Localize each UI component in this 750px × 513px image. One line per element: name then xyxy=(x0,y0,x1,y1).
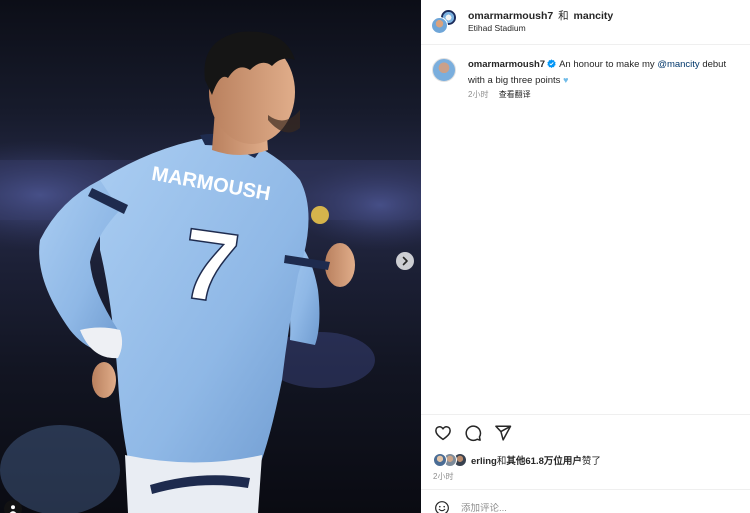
share-icon xyxy=(495,425,512,441)
emoji-button[interactable] xyxy=(433,499,451,513)
divider xyxy=(421,44,750,45)
timestamp: 2小时 xyxy=(468,90,489,99)
blue-heart-icon: ♥ xyxy=(563,75,569,85)
divider xyxy=(421,489,750,490)
liker-username-link[interactable]: erling xyxy=(471,456,497,467)
share-button[interactable] xyxy=(493,423,513,443)
divider xyxy=(421,414,750,415)
avatar xyxy=(431,17,448,34)
likes-summary: erling和其他61.8万位用户赞了 xyxy=(433,452,601,468)
header-title: omarmarmoush7 和 mancity xyxy=(468,8,613,23)
post-details-panel: omarmarmoush7 和 mancity Etihad Stadium o… xyxy=(421,0,750,513)
likes-suffix: 赞了 xyxy=(581,456,601,467)
liker-avatars[interactable] xyxy=(433,453,469,467)
caption-username-link[interactable]: omarmarmoush7 xyxy=(468,59,545,70)
comment-icon xyxy=(465,425,482,442)
verified-badge-icon xyxy=(547,59,556,73)
comment-input[interactable] xyxy=(461,502,701,513)
comment-composer xyxy=(433,499,743,513)
post-caption: omarmarmoush7 An honour to make my @manci… xyxy=(468,58,744,88)
likes-text: erling和其他61.8万位用户赞了 xyxy=(471,453,601,467)
heart-icon xyxy=(435,425,451,441)
caption-meta: 2小时 查看翻译 xyxy=(468,89,531,100)
user-tag-button[interactable] xyxy=(4,500,22,513)
post-timestamp: 2小时 xyxy=(433,472,454,481)
likes-count-link[interactable]: 其他61.8万位用户 xyxy=(506,456,582,467)
join-word: 和 xyxy=(558,10,569,22)
mention-link[interactable]: @mancity xyxy=(657,59,699,70)
author-username-link[interactable]: omarmarmoush7 xyxy=(468,10,553,22)
likes-connector: 和 xyxy=(496,456,507,467)
like-button[interactable] xyxy=(433,423,453,443)
emoji-icon xyxy=(435,501,449,513)
post-photo: MARMOUSH 7 xyxy=(0,31,421,513)
avatar xyxy=(433,453,447,467)
action-bar xyxy=(433,423,513,443)
avatar[interactable] xyxy=(432,58,456,82)
caption-text: An honour to make my xyxy=(559,59,658,70)
chevron-right-icon xyxy=(402,256,408,266)
comment-button[interactable] xyxy=(463,423,483,443)
post-media[interactable]: MARMOUSH 7 xyxy=(0,0,421,513)
collab-avatars[interactable] xyxy=(431,9,459,35)
collaborator-username-link[interactable]: mancity xyxy=(574,10,614,22)
see-translation-link[interactable]: 查看翻译 xyxy=(499,90,531,99)
user-tag-icon xyxy=(9,505,17,513)
location-link[interactable]: Etihad Stadium xyxy=(468,23,526,33)
post-header: omarmarmoush7 和 mancity Etihad Stadium xyxy=(421,0,750,44)
next-photo-button[interactable] xyxy=(396,252,414,270)
